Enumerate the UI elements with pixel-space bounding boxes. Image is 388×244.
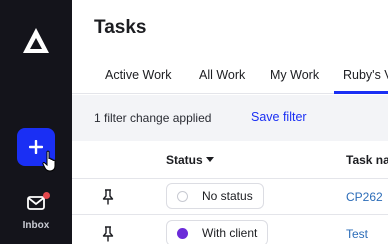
- table-row[interactable]: No status CP262: [72, 179, 388, 215]
- hand-cursor-icon: [42, 150, 56, 172]
- notification-dot: [43, 192, 50, 199]
- sort-caret-down-icon[interactable]: [206, 157, 214, 162]
- sidebar: Inbox: [0, 0, 72, 244]
- table-header: Status Task nam: [72, 141, 388, 179]
- plus-icon: [29, 140, 43, 154]
- tab-all-work[interactable]: All Work: [199, 68, 245, 82]
- tab-rubys-view[interactable]: Ruby's V: [343, 68, 388, 82]
- inbox-label: Inbox: [22, 220, 50, 231]
- mail-icon: [27, 196, 45, 210]
- status-with-client-dot: [177, 227, 188, 239]
- status-label: No status: [202, 189, 253, 203]
- filter-bar: 1 filter change applied Save filter: [72, 95, 388, 141]
- app-logo-icon[interactable]: [22, 27, 50, 55]
- main-content: Tasks Active Work All Work My Work Ruby'…: [72, 0, 388, 244]
- save-filter-button[interactable]: Save filter: [251, 110, 307, 124]
- active-tab-indicator: [334, 91, 388, 94]
- inbox-nav-item[interactable]: Inbox: [18, 192, 54, 236]
- task-name-link[interactable]: Test: [346, 227, 368, 241]
- tab-active-work[interactable]: Active Work: [105, 68, 171, 82]
- filter-status-text: 1 filter change applied: [94, 111, 212, 125]
- table-row[interactable]: With client Test: [72, 216, 388, 244]
- status-label: With client: [202, 226, 258, 240]
- column-header-task-name[interactable]: Task nam: [346, 153, 388, 167]
- status-no-status-dot: [177, 190, 188, 202]
- page-title: Tasks: [94, 17, 147, 38]
- status-chip[interactable]: No status: [166, 183, 264, 209]
- status-chip[interactable]: With client: [166, 220, 269, 244]
- column-header-status[interactable]: Status: [166, 153, 203, 167]
- pin-icon[interactable]: [102, 226, 114, 242]
- tab-my-work[interactable]: My Work: [270, 68, 319, 82]
- task-name-link[interactable]: CP262: [346, 190, 383, 204]
- tab-bar: Active Work All Work My Work Ruby's V: [72, 58, 388, 94]
- pin-icon[interactable]: [102, 189, 114, 205]
